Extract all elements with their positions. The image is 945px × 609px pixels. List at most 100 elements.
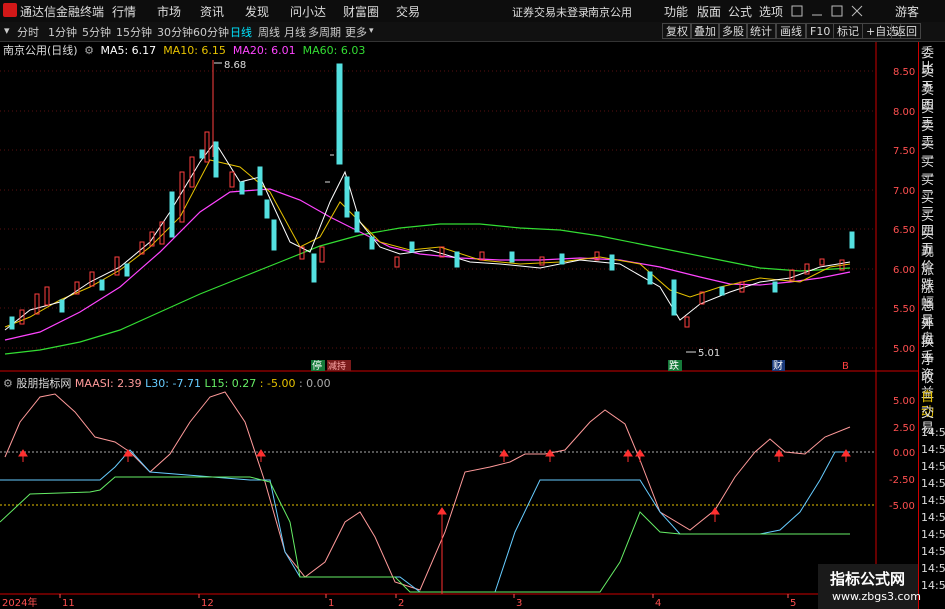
period-toolbar: ▾ 分时 1分钟 5分钟 15分钟 30分钟 60分钟 日线 周线 月线 多周期… [0, 22, 945, 42]
watermark-url: www.zbgs3.com [832, 590, 921, 603]
x-axis: 2024年 11 12 1 2 3 4 5 [2, 596, 796, 609]
y-tick: 7.50 [893, 146, 915, 157]
tick-time: 14:56 [921, 511, 945, 524]
y-tick: 5.00 [893, 396, 915, 407]
period-tab[interactable]: 30分钟 [157, 24, 193, 40]
candlesticks [9, 60, 855, 330]
toolbar-button[interactable]: F10 [806, 23, 835, 39]
menu-item-function[interactable]: 功能 [664, 3, 688, 20]
toolbar-dropdown-icon[interactable]: ▾ [4, 24, 10, 37]
toolbar-button[interactable]: 统计 [746, 23, 776, 39]
period-tab[interactable]: 15分钟 [116, 24, 152, 40]
watermark: 指标公式网 www.zbgs3.com [818, 564, 921, 609]
x-tick: 3 [516, 598, 522, 609]
tick-time: 14:56 [921, 426, 945, 439]
x-tick: 2 [398, 598, 404, 609]
y-tick: 8.00 [893, 107, 915, 118]
marker-reduce[interactable]: 减持 [328, 360, 346, 372]
y-tick: 0.00 [893, 448, 915, 459]
menu-item-ask[interactable]: 问小达 [290, 3, 326, 20]
y-tick: -2.50 [889, 475, 915, 486]
toolbar-button[interactable]: 画线 [776, 23, 806, 39]
main-y-axis: 8.50 8.00 7.50 7.00 6.50 6.00 5.50 5.00 [893, 67, 915, 355]
menu-item-market[interactable]: 行情 [112, 3, 136, 20]
tick-time: 14:56 [921, 562, 945, 575]
period-tab[interactable]: 月线 [284, 24, 306, 40]
high-price-label: 8.68 [224, 60, 246, 71]
up-arrow-icon [437, 507, 447, 594]
y-tick: -5.00 [889, 501, 915, 512]
kline-chart[interactable]: 8.50 8.00 7.50 7.00 6.50 6.00 5.50 5.00 [0, 42, 918, 609]
ma5-line [4, 141, 851, 331]
close-icon[interactable] [851, 5, 863, 17]
period-tab[interactable]: 1分钟 [48, 24, 77, 40]
period-tab[interactable]: 分时 [17, 24, 39, 40]
toolbar-button[interactable]: 返回 [891, 23, 921, 39]
menu-item-formula[interactable]: 公式 [728, 3, 752, 20]
menu-item-wealth[interactable]: 财富圈 [343, 3, 379, 20]
toolbar-button[interactable]: 复权 [662, 23, 692, 39]
tick-time: 14:56 [921, 494, 945, 507]
tick-time: 14:56 [921, 579, 945, 592]
watermark-title: 指标公式网 [830, 570, 906, 588]
app-logo-icon [3, 3, 17, 17]
y-tick: 6.00 [893, 265, 915, 276]
low-price-label: 5.01 [698, 348, 720, 359]
tick-time: 14:56 [921, 443, 945, 456]
quote-panel: 委比 卖五 卖四 卖三 卖二 卖一 买一 买二 买三 买四 买五 现价 涨跌 涨… [918, 42, 945, 609]
up-arrow-icon [710, 507, 720, 522]
account-name: 南京公用 [588, 6, 632, 19]
maasi-line [4, 391, 851, 591]
menu-item-trade[interactable]: 交易 [396, 3, 420, 20]
menu-item-discover[interactable]: 发现 [245, 3, 269, 20]
tick-time: 14:56 [921, 528, 945, 541]
toolbar-button[interactable]: 标记 [833, 23, 863, 39]
x-tick: 4 [655, 598, 661, 609]
period-tab[interactable]: 周线 [258, 24, 280, 40]
period-tab[interactable]: 5分钟 [82, 24, 111, 40]
x-tick: 1 [328, 598, 334, 609]
y-tick: 6.50 [893, 225, 915, 236]
toolbar-button[interactable]: 多股 [718, 23, 748, 39]
more-dropdown-icon[interactable]: ▾ [369, 26, 374, 36]
y-tick: 7.00 [893, 186, 915, 197]
menu-item-markets[interactable]: 市场 [157, 3, 181, 20]
l15-line [0, 476, 850, 593]
period-tab-active[interactable]: 日线 [230, 24, 252, 40]
menu-item-news[interactable]: 资讯 [200, 3, 224, 20]
y-tick: 8.50 [893, 67, 915, 78]
l30-line [0, 449, 850, 593]
maximize-icon[interactable] [831, 5, 843, 17]
buy-arrows [18, 449, 851, 594]
x-tick: 2024年 [2, 596, 37, 609]
x-tick: 12 [201, 598, 214, 609]
restore-icon[interactable] [791, 5, 803, 17]
toolbar-button[interactable]: 叠加 [690, 23, 720, 39]
y-tick: 5.00 [893, 344, 915, 355]
tick-time: 14:56 [921, 477, 945, 490]
x-tick: 5 [790, 598, 796, 609]
marker-drop[interactable]: 跌 [669, 359, 679, 372]
login-status[interactable]: 证券交易未登录 [512, 4, 589, 20]
tick-time: 14:56 [921, 545, 945, 558]
period-tab[interactable]: 多周期 [308, 24, 341, 40]
marker-finance[interactable]: 财 [773, 359, 783, 372]
period-tab[interactable]: 60分钟 [193, 24, 229, 40]
sub-grid [0, 451, 876, 506]
tick-time: 14:56 [921, 460, 945, 473]
period-tab-more[interactable]: 更多 [345, 24, 367, 40]
event-markers: 停 减持 跌 财 B [311, 359, 849, 372]
menu-item-options[interactable]: 选项 [759, 3, 783, 20]
window-controls [791, 5, 863, 17]
y-tick: 5.50 [893, 304, 915, 315]
app-name: 通达信金融终端 [20, 5, 105, 19]
x-tick: 11 [62, 598, 75, 609]
marker-halt[interactable]: 停 [312, 359, 322, 372]
guest-login[interactable]: 游客 [895, 3, 919, 20]
sub-y-axis: 5.00 2.50 0.00 -2.50 -5.00 [889, 396, 915, 512]
ma10-line [4, 159, 851, 328]
marker-buy[interactable]: B [842, 361, 849, 372]
ma20-line [4, 188, 851, 341]
menu-item-layout[interactable]: 版面 [697, 3, 721, 20]
title-bar: 通达信金融终端 行情 市场 资讯 发现 问小达 财富圈 交易 证券交易未登录 南… [0, 0, 945, 23]
